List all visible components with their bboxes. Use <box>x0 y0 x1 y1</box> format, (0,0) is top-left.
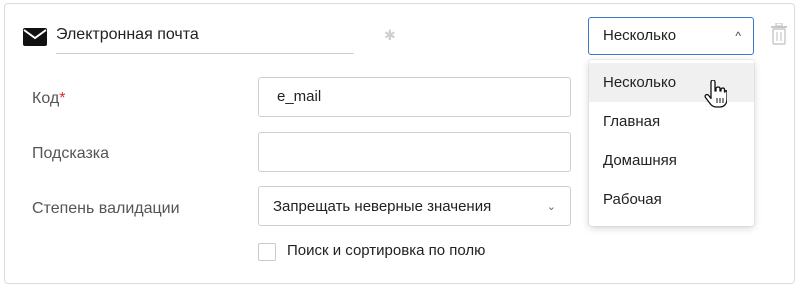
dropdown-option-main[interactable]: Главная <box>589 102 754 141</box>
trash-icon[interactable] <box>770 23 788 45</box>
hint-input[interactable] <box>258 132 571 172</box>
search-sort-checkbox[interactable] <box>258 243 276 261</box>
dropdown-option-home[interactable]: Домашняя <box>589 141 754 180</box>
dropdown-option-multiple[interactable]: Несколько <box>589 63 754 102</box>
validation-select[interactable]: Запрещать неверные значения ⌄ <box>258 186 571 226</box>
email-type-dropdown: Несколько Главная Домашняя Рабочая <box>589 60 754 226</box>
field-name-input[interactable]: Электронная почта <box>56 18 354 54</box>
validation-label: Степень валидации <box>32 200 180 217</box>
field-settings-card: Электронная почта ✱ Несколько ^ Код* e_m… <box>4 3 795 284</box>
email-type-select[interactable]: Несколько ^ <box>588 17 754 55</box>
hand-pointer-icon <box>704 80 727 108</box>
code-label-text: Код <box>32 90 60 107</box>
validation-select-value: Запрещать неверные значения <box>273 198 492 215</box>
hint-label: Подсказка <box>32 145 110 162</box>
search-sort-label: Поиск и сортировка по полю <box>287 242 486 259</box>
code-input[interactable]: e_mail <box>258 77 571 117</box>
chevron-up-icon: ^ <box>735 29 741 43</box>
code-label: Код* <box>32 90 65 108</box>
required-asterisk: * <box>59 90 66 107</box>
required-star-icon[interactable]: ✱ <box>384 28 396 42</box>
email-type-select-value: Несколько <box>603 27 677 44</box>
envelope-icon <box>23 28 47 46</box>
chevron-down-icon: ⌄ <box>546 201 556 213</box>
dropdown-option-work[interactable]: Рабочая <box>589 180 754 219</box>
